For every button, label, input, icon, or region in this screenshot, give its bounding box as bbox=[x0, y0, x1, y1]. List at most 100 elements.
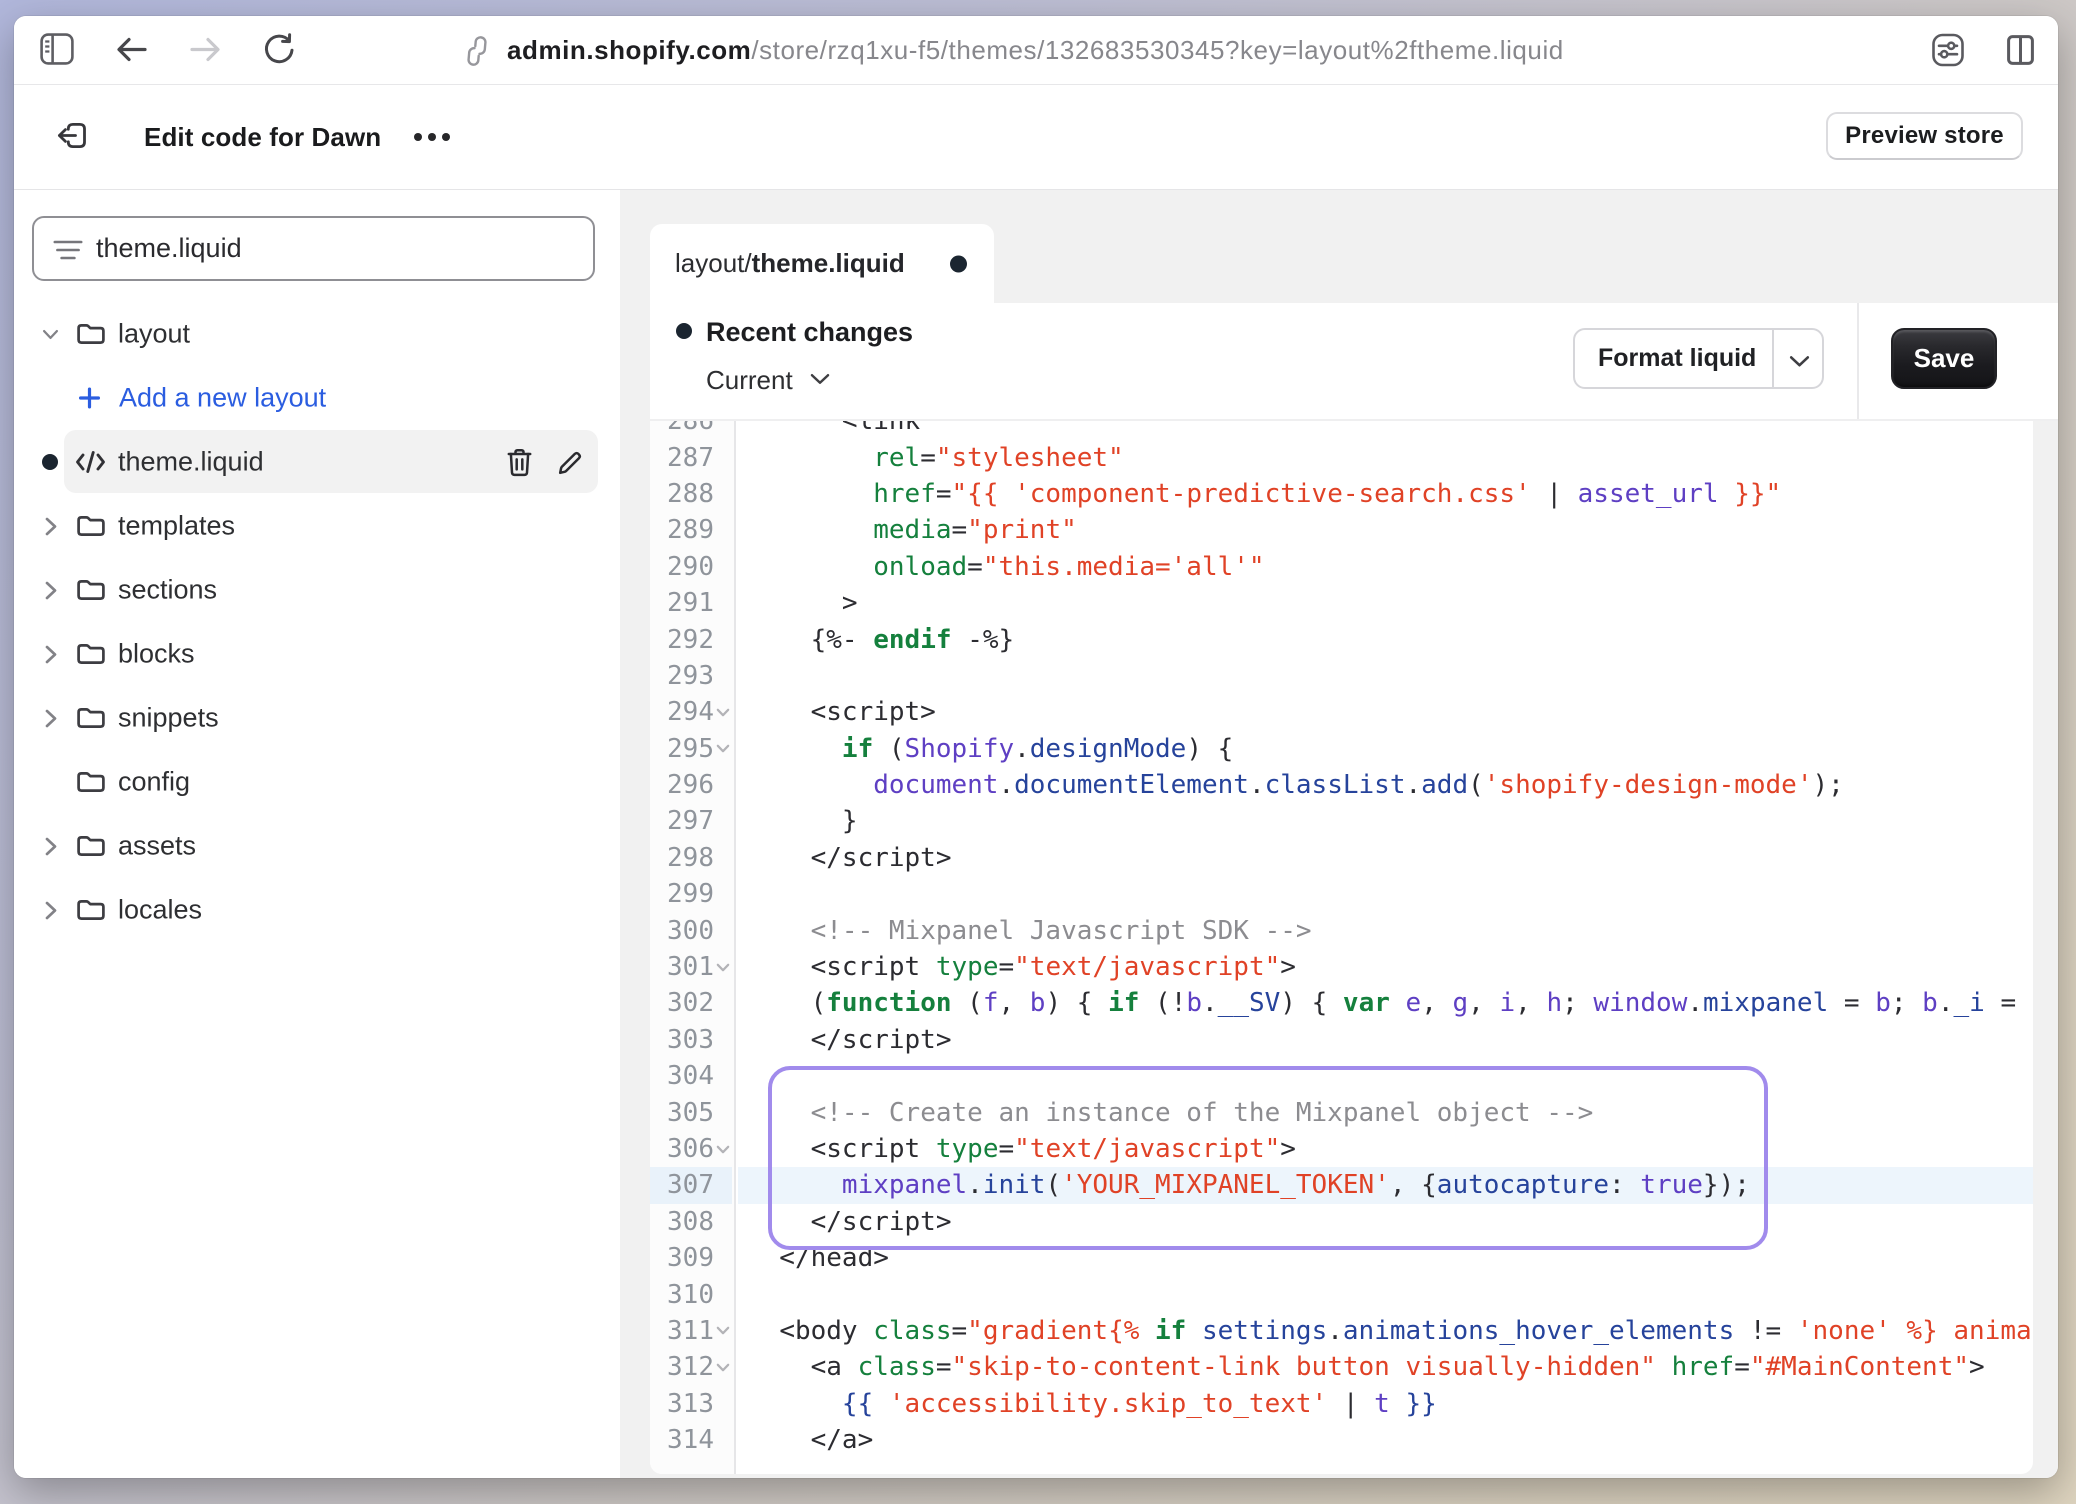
code-line-313[interactable]: {{ 'accessibility.skip_to_text' | t }} bbox=[738, 1386, 2033, 1422]
fold-icon[interactable] bbox=[716, 1145, 730, 1154]
folder-item-templates[interactable]: templates bbox=[14, 494, 620, 558]
code-line-287[interactable]: rel="stylesheet" bbox=[738, 439, 2033, 475]
code-line-307[interactable]: mixpanel.init('YOUR_MIXPANEL_TOKEN', {au… bbox=[738, 1167, 2033, 1203]
fold-icon[interactable] bbox=[716, 963, 730, 972]
browser-window: admin.shopify.com/store/rzq1xu-f5/themes… bbox=[14, 16, 2058, 1478]
code-line-306[interactable]: <script type="text/javascript"> bbox=[738, 1131, 2033, 1167]
fold-icon[interactable] bbox=[716, 708, 730, 717]
more-actions-button[interactable] bbox=[414, 117, 450, 157]
url-bar[interactable]: admin.shopify.com/store/rzq1xu-f5/themes… bbox=[462, 16, 1564, 85]
folder-icon bbox=[76, 770, 106, 794]
line-number-297: 297 bbox=[650, 803, 732, 839]
button-divider bbox=[1772, 330, 1774, 387]
delete-file-icon[interactable] bbox=[503, 446, 535, 478]
code-line-305[interactable]: <!-- Create an instance of the Mixpanel … bbox=[738, 1094, 2033, 1130]
app-body: theme.liquid layoutAdd a new layouttheme… bbox=[14, 190, 2058, 1478]
folder-item-blocks[interactable]: blocks bbox=[14, 622, 620, 686]
forward-icon[interactable] bbox=[190, 37, 222, 62]
file-search-input[interactable]: theme.liquid bbox=[32, 216, 595, 281]
version-select[interactable]: Current bbox=[706, 365, 793, 396]
chevron-down-icon[interactable] bbox=[1789, 355, 1810, 368]
folder-item-config[interactable]: config bbox=[14, 750, 620, 814]
fold-icon[interactable] bbox=[716, 744, 730, 753]
toolbar-separator bbox=[1857, 303, 1859, 419]
code-line-292[interactable]: {%- endif -%} bbox=[738, 621, 2033, 657]
code-line-289[interactable]: media="print" bbox=[738, 512, 2033, 548]
tab-theme-liquid[interactable]: layout/theme.liquid bbox=[650, 224, 994, 303]
exit-icon[interactable] bbox=[55, 119, 88, 152]
code-line-300[interactable]: <!-- Mixpanel Javascript SDK --> bbox=[738, 912, 2033, 948]
code-line-291[interactable]: > bbox=[738, 585, 2033, 621]
folder-label: config bbox=[118, 767, 190, 798]
code-line-294[interactable]: <script> bbox=[738, 694, 2033, 730]
chevron-right-icon[interactable] bbox=[42, 902, 59, 919]
code-line-293[interactable] bbox=[738, 658, 2033, 694]
code-line-302[interactable]: (function (f, b) { if (!b.__SV) { var e,… bbox=[738, 985, 2033, 1021]
code-line-314[interactable]: </a> bbox=[738, 1422, 2033, 1458]
line-number-313: 313 bbox=[650, 1386, 732, 1422]
folder-icon bbox=[76, 898, 106, 922]
chevron-down-icon[interactable] bbox=[42, 326, 59, 343]
tab-label: layout/theme.liquid bbox=[675, 248, 905, 279]
folder-label: sections bbox=[118, 575, 217, 606]
code-line-304[interactable] bbox=[738, 1058, 2033, 1094]
chevron-right-icon[interactable] bbox=[42, 838, 59, 855]
editor-pane: layout/theme.liquid Recent changes Curre… bbox=[620, 190, 2058, 1478]
back-icon[interactable] bbox=[115, 37, 147, 62]
line-number-293: 293 bbox=[650, 658, 732, 694]
code-line-288[interactable]: href="{{ 'component-predictive-search.cs… bbox=[738, 476, 2033, 512]
code-line-299[interactable] bbox=[738, 876, 2033, 912]
line-number-309: 309 bbox=[650, 1240, 732, 1276]
code-line-301[interactable]: <script type="text/javascript"> bbox=[738, 949, 2033, 985]
browser-toolbar: admin.shopify.com/store/rzq1xu-f5/themes… bbox=[14, 16, 2058, 85]
line-number-308: 308 bbox=[650, 1204, 732, 1240]
folder-item-layout[interactable]: layout bbox=[14, 302, 620, 366]
fold-icon[interactable] bbox=[716, 1363, 730, 1372]
line-number-288: 288 bbox=[650, 476, 732, 512]
folder-item-locales[interactable]: locales bbox=[14, 878, 620, 942]
folder-label: assets bbox=[118, 831, 196, 862]
sidebar-toggle-icon[interactable] bbox=[40, 33, 74, 65]
code-line-298[interactable]: </script> bbox=[738, 840, 2033, 876]
split-view-icon[interactable] bbox=[2007, 35, 2034, 65]
page-settings-icon[interactable] bbox=[1932, 33, 1964, 67]
code-line-309[interactable]: </head> bbox=[738, 1240, 2033, 1276]
code-line-296[interactable]: document.documentElement.classList.add('… bbox=[738, 767, 2033, 803]
folder-item-sections[interactable]: sections bbox=[14, 558, 620, 622]
recent-changes-label: Recent changes bbox=[706, 317, 913, 348]
save-button[interactable]: Save bbox=[1891, 328, 1997, 389]
line-number-312: 312 bbox=[650, 1349, 732, 1385]
modified-dot bbox=[42, 454, 58, 470]
code-line-308[interactable]: </script> bbox=[738, 1204, 2033, 1240]
chevron-right-icon[interactable] bbox=[42, 646, 59, 663]
file-item-theme.liquid[interactable]: theme.liquid bbox=[14, 430, 620, 494]
rename-file-icon[interactable] bbox=[554, 446, 586, 478]
code-line-286[interactable]: <link bbox=[738, 421, 2033, 439]
code-line-310[interactable] bbox=[738, 1276, 2033, 1312]
line-number-311: 311 bbox=[650, 1313, 732, 1349]
folder-item-snippets[interactable]: snippets bbox=[14, 686, 620, 750]
page-title: Edit code for Dawn bbox=[144, 122, 381, 153]
url-text: admin.shopify.com/store/rzq1xu-f5/themes… bbox=[507, 35, 1564, 66]
format-liquid-button[interactable]: Format liquid bbox=[1573, 328, 1824, 389]
code-line-311[interactable]: <body class="gradient{% if settings.anim… bbox=[738, 1313, 2033, 1349]
code-line-297[interactable]: } bbox=[738, 803, 2033, 839]
code-line-303[interactable]: </script> bbox=[738, 1022, 2033, 1058]
folder-label: snippets bbox=[118, 703, 219, 734]
reload-icon[interactable] bbox=[262, 33, 296, 67]
line-number-298: 298 bbox=[650, 840, 732, 876]
code-editor[interactable]: 2862872882892902912922932942952962972982… bbox=[650, 421, 2033, 1474]
line-number-304: 304 bbox=[650, 1058, 732, 1094]
preview-store-button[interactable]: Preview store bbox=[1826, 112, 2023, 160]
code-line-312[interactable]: <a class="skip-to-content-link button vi… bbox=[738, 1349, 2033, 1385]
folder-item-assets[interactable]: assets bbox=[14, 814, 620, 878]
add-layout-action[interactable]: Add a new layout bbox=[14, 366, 620, 430]
folder-label: layout bbox=[118, 319, 190, 350]
chevron-right-icon[interactable] bbox=[42, 710, 59, 727]
code-line-295[interactable]: if (Shopify.designMode) { bbox=[738, 731, 2033, 767]
chevron-right-icon[interactable] bbox=[42, 582, 59, 599]
code-line-290[interactable]: onload="this.media='all'" bbox=[738, 549, 2033, 585]
chevron-right-icon[interactable] bbox=[42, 518, 59, 535]
editor-toolbar: Recent changes Current Format liquid Sav… bbox=[650, 303, 2058, 421]
fold-icon[interactable] bbox=[716, 1326, 730, 1335]
